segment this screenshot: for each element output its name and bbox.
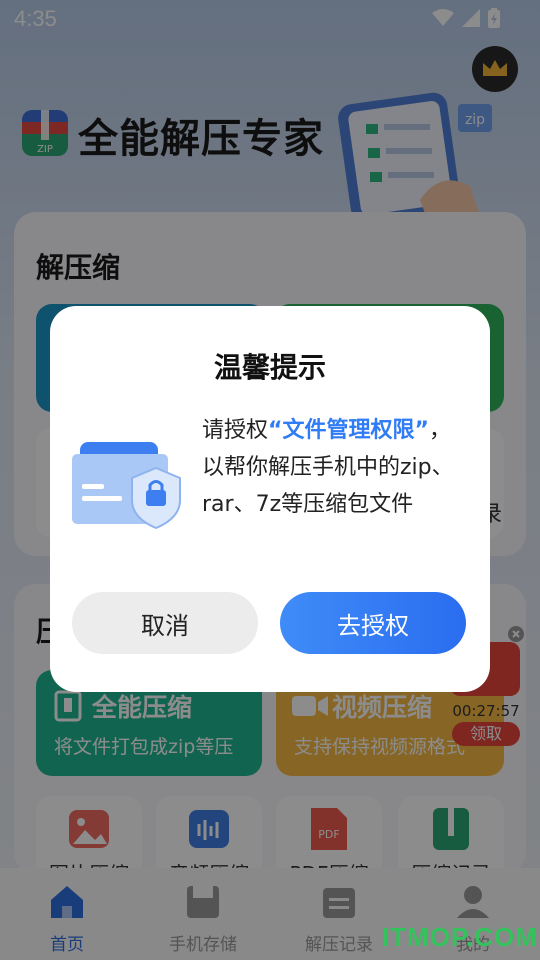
dialog-title: 温馨提示: [213, 351, 326, 384]
folder-lock-icon: [72, 442, 181, 530]
cancel-button[interactable]: 取消: [72, 592, 258, 654]
authorize-button[interactable]: 去授权: [280, 592, 466, 654]
permission-dialog: 温馨提示 请授权“文件管理权限”，以帮你解压手机中的zip、rar、7z等压缩包…: [50, 306, 490, 692]
dialog-message: 请授权“文件管理权限”，以帮你解压手机中的zip、rar、7z等压缩包文件: [202, 412, 470, 523]
watermark-text: ITMOP.COM: [382, 922, 538, 952]
dialog-message-prefix: 请授权: [202, 418, 269, 443]
dialog-message-highlight: “文件管理权限”: [268, 418, 429, 443]
